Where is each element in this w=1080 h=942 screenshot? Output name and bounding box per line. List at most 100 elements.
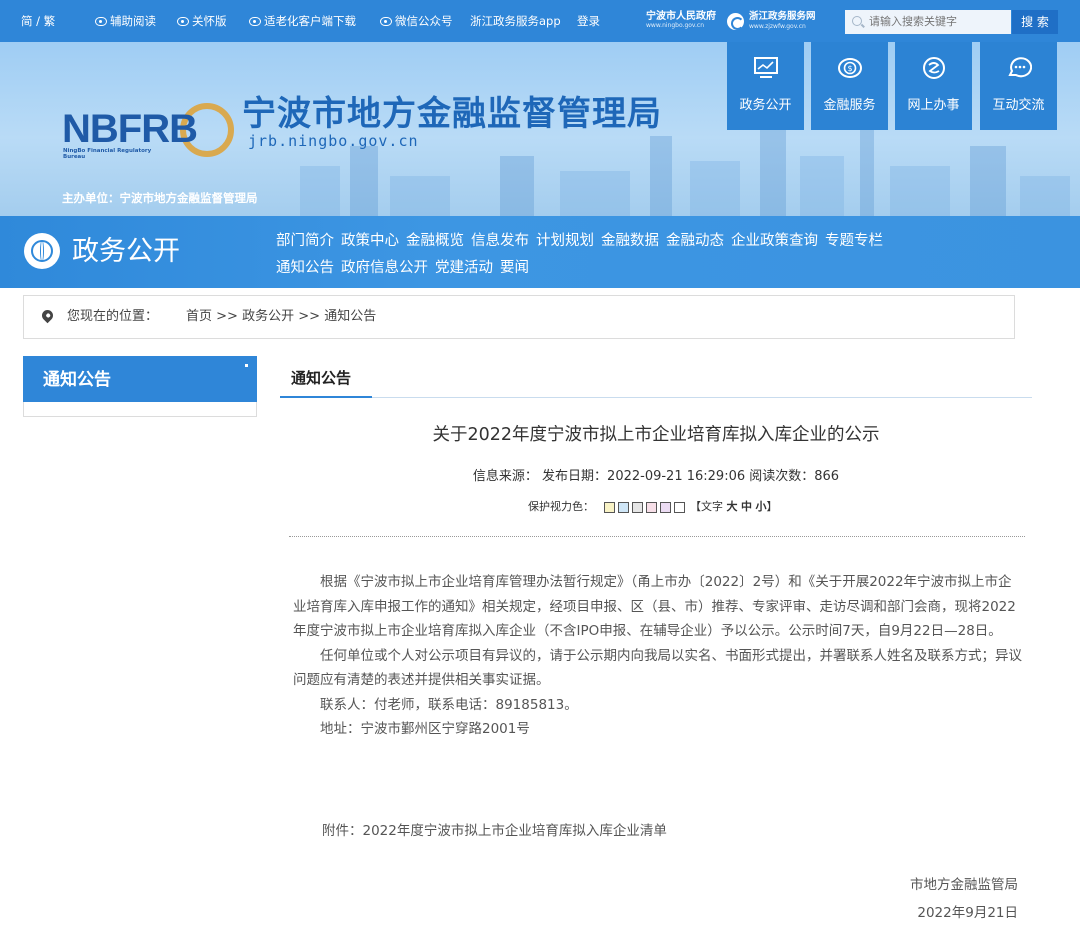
- zj-service-name: 浙江政务服务网: [749, 11, 816, 22]
- text-size-large[interactable]: 大: [727, 500, 738, 513]
- lang-switch-link[interactable]: 简 / 繁: [21, 14, 55, 28]
- skyline-building: [970, 146, 1006, 216]
- breadcrumb: 您现在的位置： 首页 >> 政务公开 >> 通知公告: [23, 295, 1015, 339]
- quick-link-interaction[interactable]: 互动交流: [980, 42, 1057, 130]
- sponsor-text: 主办单位：宁波市地方金融监督管理局: [62, 191, 258, 205]
- text-size-close: 】: [766, 500, 778, 513]
- skyline-building: [650, 136, 672, 216]
- article-meta: 信息来源： 发布日期：2022-09-21 16:29:06 阅读次数：866: [472, 469, 840, 484]
- eye-protect-label: 保护视力色：: [528, 500, 594, 513]
- assist-reading-label: 辅助阅读: [110, 14, 156, 28]
- article-paragraph: 根据《宁波市拟上市企业培育库管理办法暂行规定》（甬上市办〔2022〕2号）和《关…: [293, 574, 1016, 639]
- location-pin-icon: [39, 307, 56, 324]
- breadcrumb-prefix: 您现在的位置：: [67, 309, 159, 324]
- attachment-link[interactable]: 附件：2022年度宁波市拟上市企业培育库拟入库企业清单: [322, 819, 667, 843]
- elderly-app-label: 适老化客户端下载: [264, 14, 356, 28]
- skyline-building: [890, 166, 950, 216]
- text-size-medium[interactable]: 中: [741, 500, 752, 513]
- monitor-icon: [754, 57, 778, 78]
- quick-link-label: 政务公开: [739, 98, 792, 113]
- protect-color-blue[interactable]: [618, 502, 629, 513]
- corner-dot-icon: [245, 364, 248, 367]
- skyline-building: [560, 171, 630, 216]
- text-size-small[interactable]: 小: [756, 500, 767, 513]
- svg-text:$: $: [847, 64, 852, 73]
- breadcrumb-separator: >>: [298, 309, 321, 324]
- protect-color-gray[interactable]: [632, 502, 643, 513]
- nav-item-party-building[interactable]: 党建活动: [435, 255, 493, 282]
- nav-links: 部门简介 政策中心 金融概览 信息发布 计划规划 金融数据 金融动态 企业政策查询 专题专栏通知…: [276, 228, 1036, 282]
- article-title: 关于2022年度宁波市拟上市企业培育库拟入库企业的公示: [432, 425, 880, 445]
- nav-item-dept-intro[interactable]: 部门简介: [276, 228, 334, 255]
- nav-item-special-topics[interactable]: 专题专栏: [825, 228, 883, 255]
- chat-icon: [1008, 57, 1032, 78]
- quick-link-online-service[interactable]: 网上办事: [895, 42, 972, 130]
- skyline-building: [800, 156, 844, 216]
- logo-subtext: NingBo Financial Regulatory Bureau: [63, 148, 152, 160]
- signature-org: 市地方金融监管局: [910, 877, 1018, 893]
- quick-link-label: 网上办事: [907, 98, 960, 113]
- breadcrumb-home[interactable]: 首页: [186, 309, 212, 324]
- care-version-label: 关怀版: [192, 14, 227, 28]
- nav-item-finance-overview[interactable]: 金融概览: [406, 228, 464, 255]
- protect-color-purple[interactable]: [660, 502, 671, 513]
- article-paragraph: 联系人：付老师，联系电话：89185813。: [320, 696, 578, 713]
- nav-item-info-release[interactable]: 信息发布: [471, 228, 529, 255]
- nav-item-finance-data[interactable]: 金融数据: [601, 228, 659, 255]
- ningbo-gov-logo[interactable]: 宁波市人民政府 www.ningbo.gov.cn: [646, 11, 718, 33]
- sidebar-title: 通知公告: [43, 370, 111, 390]
- nav-item-planning[interactable]: 计划规划: [536, 228, 594, 255]
- skyline-building: [690, 161, 740, 216]
- quick-link-finance-service[interactable]: $ 金融服务: [811, 42, 888, 130]
- nav-item-news[interactable]: 要闻: [500, 255, 529, 282]
- wechat-link[interactable]: 微信公众号: [380, 14, 453, 28]
- protect-color-pink[interactable]: [646, 502, 657, 513]
- content-tab-label: 通知公告: [291, 369, 352, 387]
- site-domain: jrb.ningbo.gov.cn: [248, 132, 419, 150]
- nav-item-notices[interactable]: 通知公告: [276, 255, 334, 282]
- site-title: 宁波市地方金融监督管理局: [242, 94, 662, 134]
- top-bar: 简 / 繁 辅助阅读 关怀版 适老化客户端下载 微信公众号 浙江政务服务app …: [0, 0, 1080, 42]
- care-version-link[interactable]: 关怀版: [177, 14, 227, 28]
- nav-item-finance-news[interactable]: 金融动态: [666, 228, 724, 255]
- quick-link-gov-affairs[interactable]: 政务公开: [727, 42, 804, 130]
- eye-icon: [177, 17, 189, 26]
- zj-service-icon: [727, 13, 744, 30]
- protect-color-yellow[interactable]: [604, 502, 615, 513]
- wechat-icon: [380, 17, 392, 26]
- breadcrumb-trail: 首页 >> 政务公开 >> 通知公告: [186, 309, 376, 325]
- ningbo-gov-name: 宁波市人民政府: [646, 11, 716, 22]
- zj-service-logo[interactable]: 浙江政务服务网 www.zjzwfw.gov.cn: [727, 11, 837, 33]
- sidebar-header: 通知公告: [23, 356, 257, 402]
- assist-reading-link[interactable]: 辅助阅读: [95, 14, 156, 28]
- breadcrumb-notices[interactable]: 通知公告: [324, 309, 376, 324]
- skyline-building: [760, 126, 786, 216]
- globe-icon: [24, 233, 60, 269]
- eye-icon: [95, 17, 107, 26]
- protect-color-white[interactable]: [674, 502, 685, 513]
- search-button[interactable]: 搜 索: [1012, 10, 1058, 34]
- skyline-building: [350, 146, 378, 216]
- nav-item-policy-center[interactable]: 政策中心: [341, 228, 399, 255]
- skyline-building: [390, 176, 450, 216]
- text-size-control: 【文字 大 中 小】: [690, 499, 778, 515]
- eye-icon: [249, 17, 261, 26]
- article-paragraph: 任何单位或个人对公示项目有异议的，请于公示期内向我局以实名、书面形式提出，并署联…: [293, 647, 1022, 689]
- nav-item-gov-info[interactable]: 政府信息公开: [341, 255, 428, 282]
- skyline-building: [1020, 176, 1070, 216]
- section-title: 政务公开: [72, 236, 180, 267]
- nbfrb-logo[interactable]: NBFRB NingBo Financial Regulatory Bureau: [62, 103, 237, 160]
- login-link[interactable]: 登录: [577, 14, 600, 28]
- zj-app-link[interactable]: 浙江政务服务app: [470, 14, 561, 28]
- search-input[interactable]: [845, 10, 1011, 34]
- site-banner: NBFRB NingBo Financial Regulatory Bureau…: [0, 42, 1080, 216]
- breadcrumb-gov-affairs[interactable]: 政务公开: [242, 309, 294, 324]
- skyline-building: [300, 166, 340, 216]
- nav-item-policy-query[interactable]: 企业政策查询: [731, 228, 818, 255]
- skyline-building: [500, 156, 534, 216]
- elderly-app-link[interactable]: 适老化客户端下载: [249, 14, 356, 28]
- text-size-open: 【文字: [690, 500, 727, 513]
- quick-link-label: 互动交流: [992, 98, 1045, 113]
- signature-date: 2022年9月21日: [917, 905, 1018, 921]
- content-tab: 通知公告: [280, 366, 372, 398]
